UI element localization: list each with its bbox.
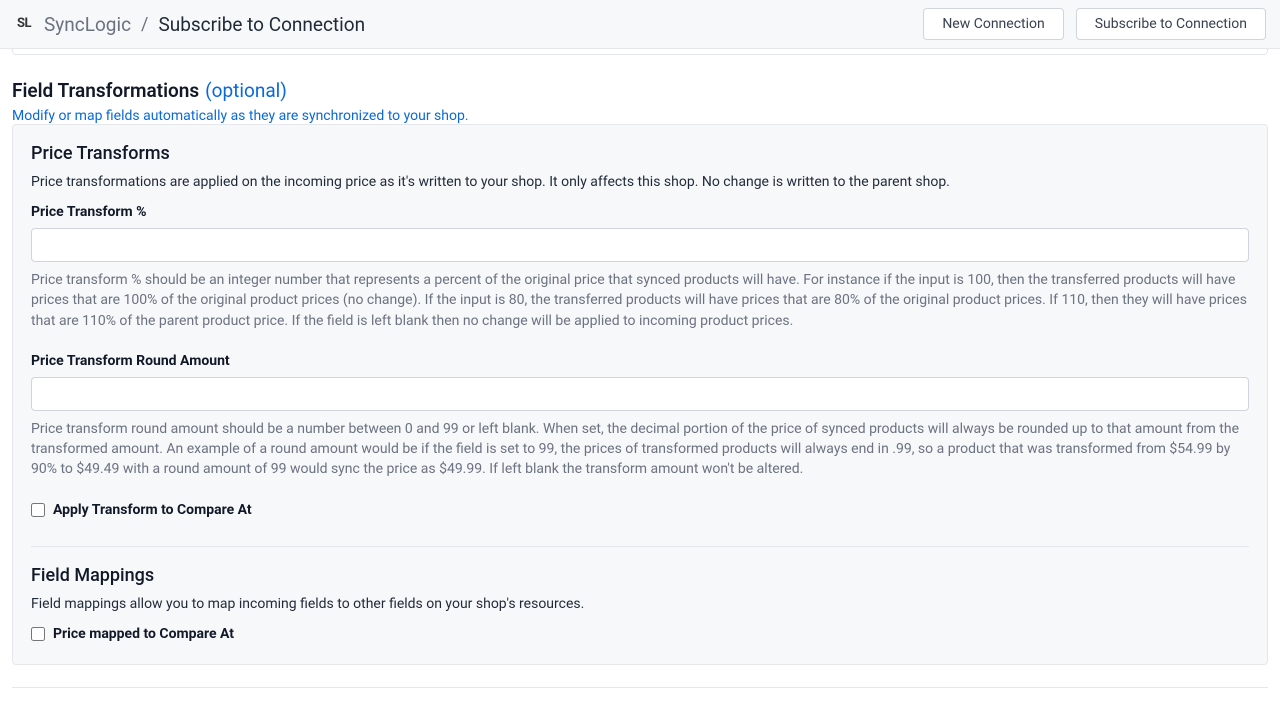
- price-transform-round-help: Price transform round amount should be a…: [31, 419, 1249, 480]
- topbar-actions: New Connection Subscribe to Connection: [923, 8, 1266, 40]
- section-title: Field Transformations: [12, 79, 199, 102]
- logo-icon: SL: [14, 14, 34, 34]
- brand-name[interactable]: SyncLogic: [44, 13, 131, 36]
- price-transforms-title: Price Transforms: [31, 143, 1249, 164]
- topbar: SL SyncLogic / Subscribe to Connection N…: [0, 0, 1280, 49]
- new-connection-button[interactable]: New Connection: [923, 8, 1063, 40]
- subscribe-to-connection-button[interactable]: Subscribe to Connection: [1076, 8, 1266, 40]
- breadcrumb-separator: /: [141, 14, 148, 35]
- apply-transform-compare-at-label: Apply Transform to Compare At: [53, 502, 252, 518]
- field-mappings-title: Field Mappings: [31, 565, 1249, 586]
- price-transforms-description: Price transformations are applied on the…: [31, 174, 1249, 190]
- price-transform-percent-field: Price Transform % Price transform % shou…: [31, 204, 1249, 331]
- section-description-link[interactable]: Modify or map fields automatically as th…: [12, 108, 469, 124]
- price-transform-round-label: Price Transform Round Amount: [31, 353, 1249, 369]
- apply-transform-compare-at-checkbox[interactable]: [31, 503, 45, 517]
- previous-card-edge: [12, 49, 1268, 55]
- price-mapped-compare-at-label: Price mapped to Compare At: [53, 626, 234, 642]
- price-transform-percent-help: Price transform % should be an integer n…: [31, 270, 1249, 331]
- price-transform-round-field: Price Transform Round Amount Price trans…: [31, 353, 1249, 480]
- card-divider: [31, 546, 1249, 547]
- price-transform-percent-label: Price Transform %: [31, 204, 1249, 220]
- price-mapped-compare-at-row: Price mapped to Compare At: [31, 626, 1249, 642]
- field-mappings-description: Field mappings allow you to map incoming…: [31, 596, 1249, 612]
- price-transform-round-input[interactable]: [31, 377, 1249, 411]
- bottom-divider: [12, 687, 1268, 688]
- section-heading: Field Transformations (optional): [12, 79, 1268, 102]
- page-title: Subscribe to Connection: [158, 13, 365, 36]
- breadcrumb: SL SyncLogic / Subscribe to Connection: [14, 13, 365, 36]
- price-transform-percent-input[interactable]: [31, 228, 1249, 262]
- main-content: Field Transformations (optional) Modify …: [0, 49, 1280, 688]
- apply-transform-compare-at-row: Apply Transform to Compare At: [31, 502, 1249, 518]
- optional-label: (optional): [205, 79, 287, 102]
- price-mapped-compare-at-checkbox[interactable]: [31, 627, 45, 641]
- transformations-card: Price Transforms Price transformations a…: [12, 124, 1268, 665]
